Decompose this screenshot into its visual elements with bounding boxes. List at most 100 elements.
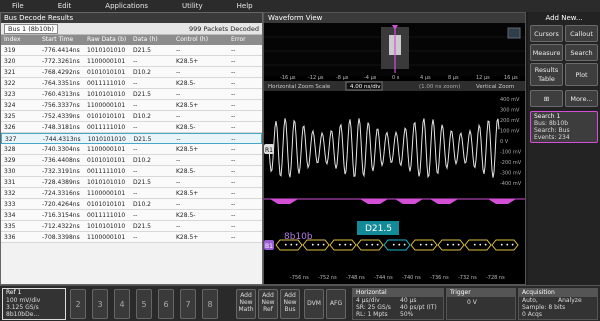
search-mark[interactable] bbox=[360, 199, 388, 204]
table-row[interactable]: 325 -752.4339ns 0101010101 D10.2 -- -- bbox=[1, 111, 262, 122]
table-row[interactable]: 328 -740.3304ns 1100000101 -- K28.5+ -- bbox=[1, 144, 262, 155]
table-row[interactable]: 331 -728.4389ns 1010101010 D21.5 -- -- bbox=[1, 177, 262, 188]
menu-utility[interactable]: Utility bbox=[182, 2, 203, 10]
top-tick-label: 16 µs bbox=[504, 75, 518, 81]
cell-data: D21.5 bbox=[133, 47, 151, 54]
afg-button[interactable]: AFG bbox=[326, 289, 346, 319]
callout-button[interactable]: Callout bbox=[565, 25, 598, 42]
cell-error: -- bbox=[231, 190, 236, 197]
add-new-bus-button[interactable]: Add New Bus bbox=[280, 289, 300, 319]
channel-6-button[interactable]: 6 bbox=[158, 289, 174, 319]
col-error[interactable]: Error bbox=[231, 35, 261, 45]
search-button[interactable]: Search bbox=[565, 44, 598, 61]
cursors-button[interactable]: Cursors bbox=[530, 25, 563, 42]
menu-edit[interactable]: Edit bbox=[58, 2, 72, 10]
acquisition-badge[interactable]: Acquisition Auto, Analyze Sample: 8 bits … bbox=[518, 288, 598, 320]
top-tick-label: -8 µs bbox=[336, 75, 349, 81]
horizontal-record: 40 µs bbox=[400, 297, 417, 304]
cell-error: -- bbox=[231, 223, 236, 230]
channel-7-button[interactable]: 7 bbox=[180, 289, 196, 319]
channel-2-button[interactable]: 2 bbox=[70, 289, 86, 319]
menu-help[interactable]: Help bbox=[237, 2, 253, 10]
zoom-tool-icon[interactable] bbox=[507, 27, 521, 39]
channel-3-button[interactable]: 3 bbox=[92, 289, 108, 319]
table-row[interactable]: 320 -772.3261ns 1100000101 -- K28.5+ -- bbox=[1, 56, 262, 67]
cell-index: 331 bbox=[4, 179, 16, 186]
bus-packet-label: • • • bbox=[311, 242, 325, 249]
table-row[interactable]: 323 -760.4313ns 1010101010 D21.5 -- -- bbox=[1, 89, 262, 100]
cell-start-time: -768.4292ns bbox=[42, 69, 80, 76]
ref-channel-label: R1 bbox=[265, 147, 273, 154]
cell-raw-data: 1010101010 bbox=[87, 47, 126, 54]
measure-button[interactable]: Measure bbox=[530, 44, 563, 61]
bus-badge-label: B1 bbox=[265, 243, 273, 250]
cell-start-time: -720.4264ns bbox=[42, 201, 80, 208]
search-mark[interactable] bbox=[270, 199, 298, 204]
menu-file[interactable]: File bbox=[12, 2, 24, 10]
mv-tick-label: -400 mV bbox=[500, 181, 522, 187]
trigger-badge[interactable]: Trigger 0 V bbox=[446, 288, 516, 320]
cell-raw-data: 1100000101 bbox=[87, 190, 126, 197]
search-mark[interactable] bbox=[395, 199, 423, 204]
bus-tab[interactable]: Bus 1 (8b10b) bbox=[4, 23, 58, 34]
table-row[interactable]: 329 -736.4408ns 0101010101 D10.2 -- -- bbox=[1, 155, 262, 166]
cell-error: -- bbox=[231, 168, 236, 175]
table-row[interactable]: 322 -764.3351ns 0011111010 -- K28.5- -- bbox=[1, 78, 262, 89]
channel-4-button[interactable]: 4 bbox=[114, 289, 130, 319]
col-start-time[interactable]: Start Time bbox=[42, 35, 87, 45]
col-index[interactable]: Index bbox=[1, 35, 42, 45]
cell-data: D10.2 bbox=[133, 69, 151, 76]
top-tick-label: 12 µs bbox=[476, 75, 490, 81]
cell-error: -- bbox=[231, 234, 236, 241]
table-row[interactable]: 332 -724.3316ns 1100000101 -- K28.5+ -- bbox=[1, 188, 262, 199]
grid-icon[interactable]: ⊞ bbox=[530, 90, 563, 107]
search1-bus: Bus: 8b10b bbox=[534, 120, 569, 127]
col-data[interactable]: Data (h) bbox=[133, 35, 176, 45]
table-row[interactable]: 335 -712.4322ns 1010101010 D21.5 -- -- bbox=[1, 221, 262, 232]
table-row[interactable]: 334 -716.3154ns 0011111010 -- K28.5- -- bbox=[1, 210, 262, 221]
waveform-canvas[interactable]: -16 µs -12 µs -8 µs -4 µs 0 s 4 µs 8 µs 12 µs 16… bbox=[264, 23, 525, 284]
ref1-badge[interactable]: Ref 1 100 mV/div 3.125 GS/s 8b10bDe... bbox=[2, 288, 66, 320]
search1-badge[interactable]: Search 1 Bus: 8b10b Search: Bus Events: … bbox=[530, 111, 598, 143]
bottom-tick-label: -728 ns bbox=[486, 275, 505, 281]
cell-error: -- bbox=[231, 124, 236, 131]
cell-start-time: -716.3154ns bbox=[42, 212, 80, 219]
cell-start-time: -740.3304ns bbox=[42, 146, 80, 153]
menu-applications[interactable]: Applications bbox=[105, 2, 148, 10]
horizontal-badge[interactable]: Horizontal 4 µs/div 40 µs SR: 25 GS/s 40 p… bbox=[352, 288, 444, 320]
cell-start-time: -728.4389ns bbox=[42, 179, 80, 186]
table-row[interactable]: 321 -768.4292ns 0101010101 D10.2 -- -- bbox=[1, 67, 262, 78]
channel-5-button[interactable]: 5 bbox=[136, 289, 152, 319]
cell-error: -- bbox=[231, 102, 236, 109]
add-new-ref-button[interactable]: Add New Ref bbox=[258, 289, 278, 319]
add-new-math-button[interactable]: Add New Math bbox=[236, 289, 256, 319]
table-row[interactable]: 327 -744.4313ns 1010101010 D21.5 -- -- bbox=[1, 133, 262, 144]
col-raw-data[interactable]: Raw Data (b) bbox=[87, 35, 133, 45]
table-row[interactable]: 324 -756.3337ns 1100000101 -- K28.5+ -- bbox=[1, 100, 262, 111]
search-mark[interactable] bbox=[488, 199, 516, 204]
more-button[interactable]: More... bbox=[565, 90, 598, 107]
dvm-button[interactable]: DVM bbox=[304, 289, 324, 319]
table-row[interactable]: 326 -748.3181ns 0011111010 -- K28.5- -- bbox=[1, 122, 262, 133]
cell-start-time: -712.4322ns bbox=[42, 223, 80, 230]
cell-data: -- bbox=[133, 168, 138, 175]
cell-index: 323 bbox=[4, 91, 16, 98]
cell-index: 332 bbox=[4, 190, 16, 197]
cell-index: 322 bbox=[4, 80, 16, 87]
col-control[interactable]: Control (h) bbox=[176, 35, 231, 45]
ref1-title: Ref 1 bbox=[6, 289, 22, 296]
table-row[interactable]: 333 -720.4264ns 0101010101 D10.2 -- -- bbox=[1, 199, 262, 210]
cell-error: -- bbox=[231, 201, 236, 208]
search1-title: Search 1 bbox=[534, 113, 561, 120]
channel-8-button[interactable]: 8 bbox=[202, 289, 218, 319]
search-mark[interactable] bbox=[430, 199, 458, 204]
cell-raw-data: 1100000101 bbox=[87, 146, 126, 153]
cell-start-time: -708.3398ns bbox=[42, 234, 80, 241]
table-row[interactable]: 319 -776.4414ns 1010101010 D21.5 -- -- bbox=[1, 45, 262, 56]
plot-button[interactable]: Plot bbox=[565, 63, 598, 86]
table-row[interactable]: 330 -732.3191ns 0011111010 -- K28.5- -- bbox=[1, 166, 262, 177]
table-row[interactable]: 336 -708.3398ns 1100000101 -- K28.5+ -- bbox=[1, 232, 262, 243]
horizontal-title: Horizontal bbox=[353, 289, 443, 297]
mv-tick-label: 300 mV bbox=[500, 108, 520, 114]
results-table-button[interactable]: Results Table bbox=[530, 63, 563, 86]
